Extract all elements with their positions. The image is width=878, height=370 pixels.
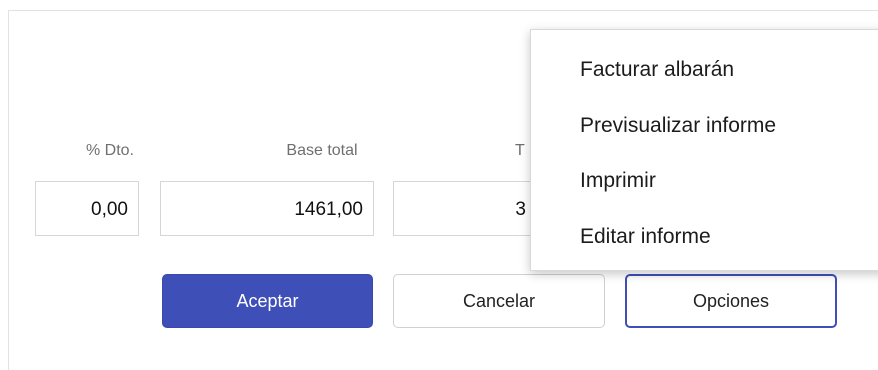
menu-item-facturar-albaran[interactable]: Facturar albarán	[580, 58, 734, 82]
base-total-column-label: Base total	[286, 142, 358, 159]
cancel-button[interactable]: Cancelar	[393, 274, 605, 328]
menu-item-previsualizar-informe[interactable]: Previsualizar informe	[580, 114, 776, 138]
options-button[interactable]: Opciones	[625, 274, 837, 328]
accept-button[interactable]: Aceptar	[162, 274, 373, 328]
discount-column-label: % Dto.	[85, 142, 134, 159]
base-total-field[interactable]: 1461,00	[160, 181, 374, 236]
total-field[interactable]: 3	[393, 181, 543, 236]
menu-item-editar-informe[interactable]: Editar informe	[580, 225, 711, 249]
menu-item-imprimir[interactable]: Imprimir	[580, 169, 656, 193]
discount-field[interactable]: 0,00	[35, 181, 139, 236]
options-menu: Facturar albarán Previsualizar informe I…	[530, 29, 878, 271]
